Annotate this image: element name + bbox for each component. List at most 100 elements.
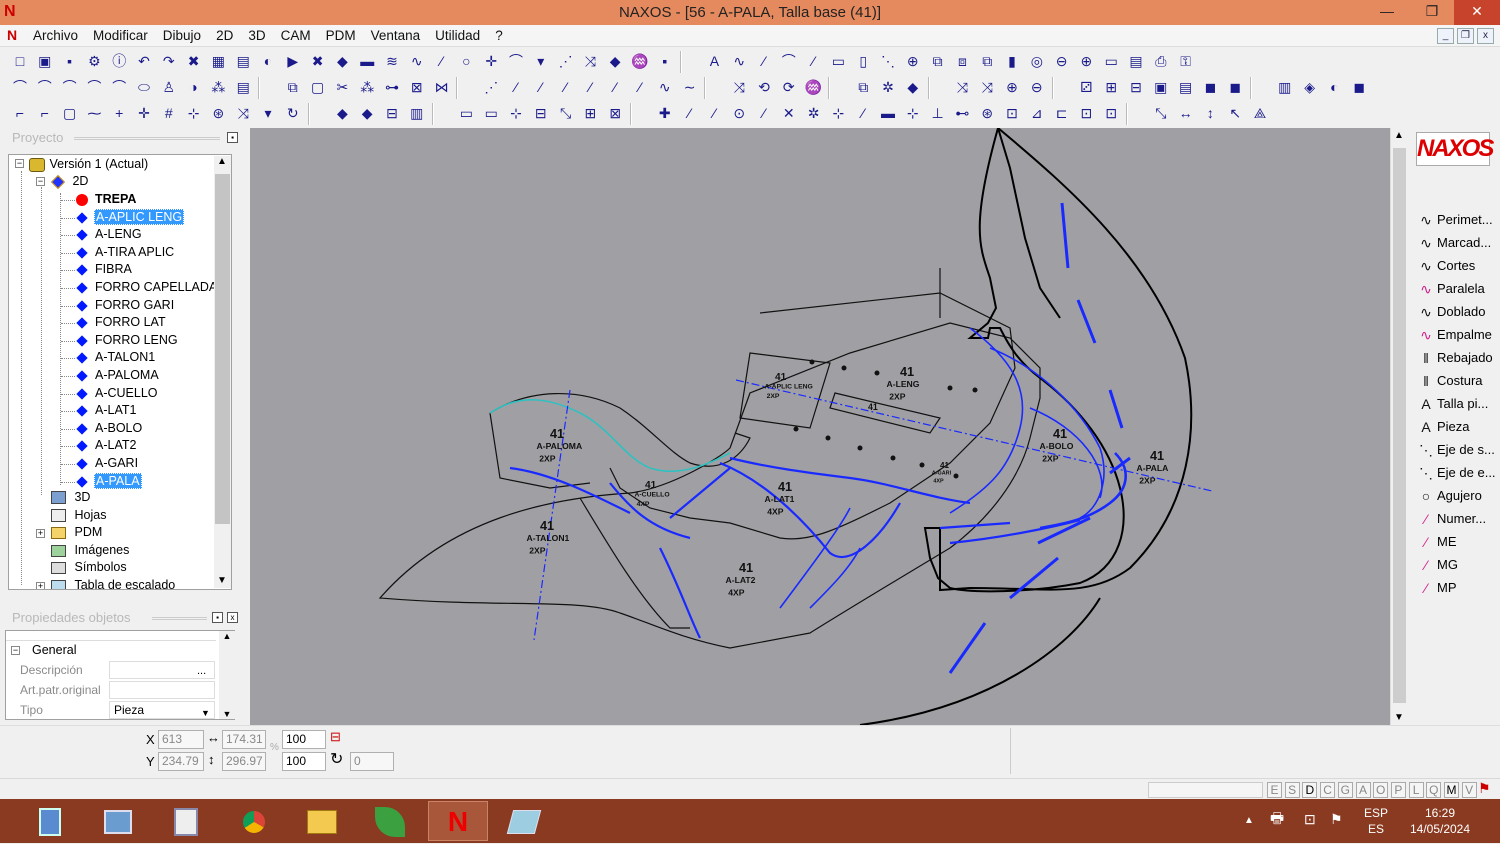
toolbar-button-icon[interactable]: ⊛ (208, 103, 228, 123)
toolbar-button-icon[interactable]: ✛ (134, 103, 154, 123)
toolbar-button-icon[interactable]: ▢ (308, 77, 328, 97)
status-toggle[interactable]: A (1355, 782, 1371, 798)
toolbar-button-icon[interactable]: ✂ (332, 77, 352, 97)
expand-pdm-toggle[interactable]: + (36, 529, 45, 538)
toolbar-button-icon[interactable]: ⊞ (580, 103, 600, 123)
pattern-drawing[interactable]: 41A-PALOMA2XP41A-TALON12XP41A-CUELLO4XP4… (250, 128, 1390, 725)
toolbar-button-icon[interactable]: ▤ (1176, 77, 1196, 97)
toolbar-button-icon[interactable]: ⤨ (580, 51, 600, 71)
toolbar-button-icon[interactable]: ⊹ (828, 103, 848, 123)
tool-item[interactable]: ⋱ Eje de e... (1416, 463, 1496, 483)
scroll-down-icon[interactable]: ▼ (217, 575, 227, 586)
toolbar-button-icon[interactable]: ⬭ (134, 77, 154, 97)
tool-item[interactable]: ∿ Cortes (1416, 256, 1496, 276)
tree-piece-item[interactable]: A-PALOMA (94, 367, 160, 384)
document-icon[interactable]: N (7, 27, 17, 43)
properties-pin-button[interactable]: ▪ (212, 612, 223, 623)
tool-item[interactable]: ⁄ Numer... (1416, 509, 1496, 529)
status-toggle[interactable]: V (1461, 782, 1477, 798)
toolbar-button-icon[interactable]: ∼ (680, 77, 700, 97)
properties-close-button[interactable]: x (227, 612, 238, 623)
tree-node-tabla[interactable]: Tabla de escalado (51, 577, 176, 589)
tree-piece-item[interactable]: A-TIRA APLIC (94, 244, 175, 261)
tool-item[interactable]: ‖ Costura (1416, 371, 1496, 391)
clock[interactable]: 16:29 14/05/2024 (1400, 805, 1480, 837)
toolbar-button-icon[interactable]: ⊏ (1052, 103, 1072, 123)
status-toggle[interactable]: M (1444, 782, 1459, 798)
tree-node-pdm[interactable]: PDM (51, 524, 103, 541)
toolbar-button-icon[interactable]: ⊹ (506, 103, 526, 123)
toolbar-button-icon[interactable]: ⌒ (506, 51, 526, 71)
toolbar-button-icon[interactable]: ⧉ (977, 51, 997, 71)
scale-y-field[interactable]: 100 (282, 752, 326, 771)
toolbar-button-icon[interactable]: + (109, 103, 129, 123)
calculator-icon[interactable] (20, 801, 80, 841)
menu-cam[interactable]: CAM (281, 28, 311, 43)
toolbar-button-icon[interactable]: ◼ (1349, 77, 1369, 97)
tree-piece-item[interactable]: A-LAT1 (94, 402, 137, 419)
minimize-button[interactable]: — (1369, 0, 1405, 25)
art-patr-field[interactable] (109, 681, 215, 699)
collapse-version-toggle[interactable]: − (15, 159, 24, 168)
canvas-scroll-thumb[interactable] (1393, 148, 1406, 703)
toolbar-button-icon[interactable]: ▶ (283, 51, 303, 71)
ellipsis-button[interactable]: ... (197, 661, 206, 681)
toolbar-button-icon[interactable]: ⁂ (357, 77, 377, 97)
toolbar-button-icon[interactable]: ⁄ (853, 103, 873, 123)
tool-item[interactable]: ⁄ MP (1416, 578, 1496, 598)
status-toggle[interactable]: O (1373, 782, 1389, 798)
toolbar-button-icon[interactable]: ▮ (1002, 51, 1022, 71)
mdi-close-button[interactable]: x (1477, 28, 1494, 44)
toolbar-button-icon[interactable]: ◐ (258, 51, 278, 71)
toolbar-button-icon[interactable]: # (159, 103, 179, 123)
menu-3d[interactable]: 3D (248, 28, 265, 43)
tipo-select[interactable]: Pieza (109, 701, 215, 719)
scroll-up-icon[interactable]: ▲ (219, 631, 235, 641)
toolbar-button-icon[interactable]: ⁄ (605, 77, 625, 97)
toolbar-button-icon[interactable]: ✕ (779, 103, 799, 123)
toolbar-button-icon[interactable]: ♙ (159, 77, 179, 97)
toolbar-button-icon[interactable]: ⋰ (556, 51, 576, 71)
tool-item[interactable]: ∿ Empalme (1416, 325, 1496, 345)
tree-piece-item[interactable]: FORRO CAPELLADA (94, 279, 218, 296)
toolbar-button-icon[interactable]: ⊕ (1002, 77, 1022, 97)
mdi-restore-button[interactable]: ❐ (1457, 28, 1474, 44)
toolbar-button-icon[interactable]: ⧈ (952, 51, 972, 71)
tree-piece-item[interactable]: A-TALON1 (94, 349, 156, 366)
tree-node-hojas[interactable]: Hojas (51, 507, 107, 524)
toolbar-button-icon[interactable]: ⓘ (109, 51, 129, 71)
toolbar-button-icon[interactable]: ⊿ (1027, 103, 1047, 123)
toolbar-button-icon[interactable]: ⟳ (779, 77, 799, 97)
menu-dibujo[interactable]: Dibujo (163, 28, 201, 43)
status-toggle[interactable]: D (1302, 782, 1318, 798)
tree-node-2d[interactable]: 2D (50, 173, 89, 190)
tree-node-simbolos[interactable]: Símbolos (51, 559, 128, 576)
toolbar-button-icon[interactable]: ▬ (357, 51, 377, 71)
tree-piece-item[interactable]: A-PALA (94, 472, 142, 490)
rotate-icon[interactable]: ↻ (330, 749, 343, 769)
scroll-down-icon[interactable]: ▼ (1394, 712, 1404, 723)
tool-item[interactable]: A Pieza (1416, 417, 1496, 437)
drawing-canvas[interactable]: 41 A-PALOMA 2XP 41 A-TALON1 2XP 41 A-CUELLO 4XP 4… (250, 128, 1390, 725)
status-toggle[interactable]: E (1267, 782, 1282, 798)
toolbar-button-icon[interactable]: ⊖ (1052, 51, 1072, 71)
toolbar-button-icon[interactable]: ⁄ (754, 103, 774, 123)
status-toggle[interactable]: S (1284, 782, 1300, 798)
toolbar-button-icon[interactable]: ⊟ (1126, 77, 1146, 97)
toolbar-button-icon[interactable]: ⊞ (1101, 77, 1121, 97)
toolbar-button-icon[interactable]: ⁄ (754, 51, 774, 71)
toolbar-button-icon[interactable]: ⊖ (1027, 77, 1047, 97)
toolbar-button-icon[interactable]: ⊠ (407, 77, 427, 97)
panel-pin-button[interactable]: ▪ (227, 132, 238, 143)
toolbar-button-icon[interactable]: ▭ (456, 103, 476, 123)
toolbar-button-icon[interactable]: ⌒ (84, 77, 104, 97)
toolbar-button-icon[interactable]: ⚂ (1076, 77, 1096, 97)
toolbar-button-icon[interactable]: ↔ (1176, 103, 1196, 123)
toolbar-button-icon[interactable]: ⌒ (109, 77, 129, 97)
tool-item[interactable]: ⁄ MG (1416, 555, 1496, 575)
toolbar-button-icon[interactable]: ∿ (729, 51, 749, 71)
status-toggle[interactable]: L (1408, 782, 1424, 798)
toolbar-button-icon[interactable]: ⤡ (1151, 103, 1171, 123)
toolbar-button-icon[interactable]: ◼ (1225, 77, 1245, 97)
toolbar-button-icon[interactable]: ▭ (1101, 51, 1121, 71)
